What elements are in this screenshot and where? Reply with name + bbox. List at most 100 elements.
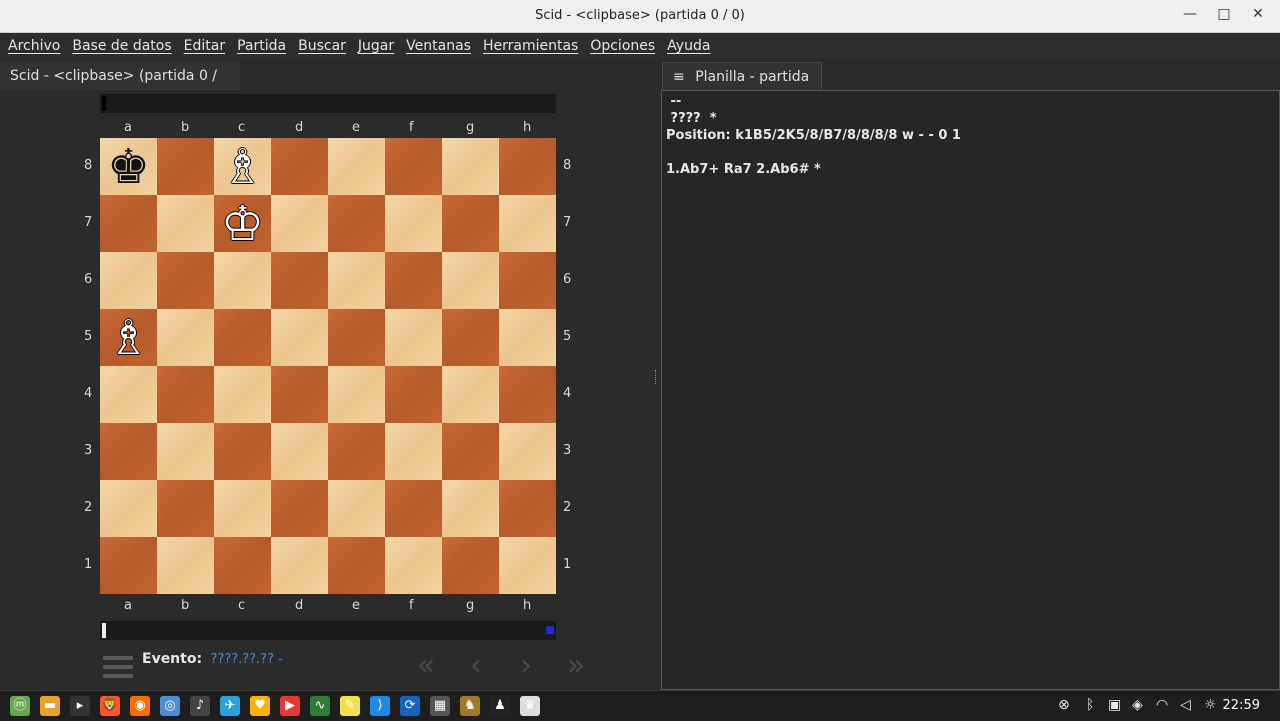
square-d5[interactable] — [271, 309, 328, 366]
scid-icon[interactable]: ♞ — [460, 696, 480, 716]
square-e6[interactable] — [328, 252, 385, 309]
square-e1[interactable] — [328, 537, 385, 594]
last-icon[interactable]: » — [558, 648, 594, 683]
square-f4[interactable] — [385, 366, 442, 423]
notation-text[interactable]: -- ???? * Position: k1B5/2K5/8/B7/8/8/8/… — [666, 93, 961, 178]
square-f7[interactable] — [385, 195, 442, 252]
square-e4[interactable] — [328, 366, 385, 423]
square-c6[interactable] — [214, 252, 271, 309]
square-e7[interactable] — [328, 195, 385, 252]
square-b2[interactable] — [157, 480, 214, 537]
square-h7[interactable] — [499, 195, 556, 252]
square-e3[interactable] — [328, 423, 385, 480]
square-f8[interactable] — [385, 138, 442, 195]
minimize-icon[interactable]: — — [1182, 6, 1198, 22]
xamp-icon[interactable]: ⊗ — [1058, 697, 1070, 713]
square-f6[interactable] — [385, 252, 442, 309]
files-icon[interactable]: ▬ — [40, 696, 60, 716]
square-a5[interactable]: ♗ — [100, 309, 157, 366]
square-g3[interactable] — [442, 423, 499, 480]
square-e5[interactable] — [328, 309, 385, 366]
first-icon[interactable]: « — [408, 648, 444, 683]
square-g1[interactable] — [442, 537, 499, 594]
terminal-icon[interactable]: ▸ — [70, 696, 90, 716]
square-a7[interactable] — [100, 195, 157, 252]
firefox-icon[interactable]: ◉ — [130, 696, 150, 716]
square-e2[interactable] — [328, 480, 385, 537]
square-d4[interactable] — [271, 366, 328, 423]
moves-line[interactable]: 1.Ab7+ Ra7 2.Ab6# * — [666, 162, 821, 177]
menu-opciones[interactable]: Opciones — [590, 38, 655, 54]
square-a3[interactable] — [100, 423, 157, 480]
chess-board[interactable]: ♚ ♗ ♔ ♗ — [100, 138, 556, 594]
square-d1[interactable] — [271, 537, 328, 594]
calc-icon[interactable]: ▦ — [430, 696, 450, 716]
notation-tab[interactable]: ≡ Planilla - partida 0 — [662, 62, 822, 113]
wifi-icon[interactable]: ◠ — [1156, 697, 1168, 713]
square-g5[interactable] — [442, 309, 499, 366]
square-b5[interactable] — [157, 309, 214, 366]
square-c1[interactable] — [214, 537, 271, 594]
square-f1[interactable] — [385, 537, 442, 594]
hamburger-icon[interactable]: ≡ — [673, 69, 685, 85]
mint-menu-icon[interactable]: ⓜ — [10, 696, 30, 716]
square-h6[interactable] — [499, 252, 556, 309]
square-g4[interactable] — [442, 366, 499, 423]
square-h4[interactable] — [499, 366, 556, 423]
bluetooth-icon[interactable]: ᛒ — [1086, 697, 1094, 713]
menu-base-de-datos[interactable]: Base de datos — [72, 38, 171, 54]
update-icon[interactable]: ⟳ — [400, 696, 420, 716]
square-c3[interactable] — [214, 423, 271, 480]
square-d2[interactable] — [271, 480, 328, 537]
menu-archivo[interactable]: Archivo — [8, 38, 60, 54]
square-b1[interactable] — [157, 537, 214, 594]
telegram-icon[interactable]: ✈ — [220, 696, 240, 716]
next-icon[interactable]: › — [508, 648, 544, 683]
square-f3[interactable] — [385, 423, 442, 480]
square-e8[interactable] — [328, 138, 385, 195]
white-king-icon[interactable]: ♔ — [221, 200, 264, 248]
square-h2[interactable] — [499, 480, 556, 537]
menu-editar[interactable]: Editar — [184, 38, 225, 54]
menu-ayuda[interactable]: Ayuda — [667, 38, 710, 54]
chromium-icon[interactable]: ◎ — [160, 696, 180, 716]
square-g8[interactable] — [442, 138, 499, 195]
square-a8[interactable]: ♚ — [100, 138, 157, 195]
notes-icon[interactable]: ✎ — [340, 696, 360, 716]
square-b3[interactable] — [157, 423, 214, 480]
app-icon[interactable]: ♥ — [250, 696, 270, 716]
white-bishop-icon[interactable]: ♗ — [107, 314, 150, 362]
square-c4[interactable] — [214, 366, 271, 423]
clipboard-icon[interactable]: ▣ — [1108, 697, 1121, 713]
square-a4[interactable] — [100, 366, 157, 423]
white-bishop-icon[interactable]: ♗ — [221, 143, 264, 191]
board-tab[interactable]: Scid - <clipbase> (partida 0 / 0) — [0, 62, 240, 112]
square-g7[interactable] — [442, 195, 499, 252]
square-b8[interactable] — [157, 138, 214, 195]
game-menu-icon[interactable] — [103, 656, 133, 678]
square-c5[interactable] — [214, 309, 271, 366]
brave-icon[interactable]: 🦁 — [100, 696, 120, 716]
square-g6[interactable] — [442, 252, 499, 309]
square-f5[interactable] — [385, 309, 442, 366]
music-icon[interactable]: ♪ — [190, 696, 210, 716]
chess-icon[interactable]: ♟ — [490, 696, 510, 716]
square-h5[interactable] — [499, 309, 556, 366]
shield-icon[interactable]: ◈ — [1132, 697, 1143, 713]
square-c8[interactable]: ♗ — [214, 138, 271, 195]
square-a6[interactable] — [100, 252, 157, 309]
square-b6[interactable] — [157, 252, 214, 309]
event-value[interactable]: ????.??.?? - — [211, 652, 283, 667]
vscode-icon[interactable]: ⟩ — [370, 696, 390, 716]
app-icon[interactable]: ♛ — [520, 696, 540, 716]
maximize-icon[interactable]: □ — [1216, 6, 1232, 22]
square-h8[interactable] — [499, 138, 556, 195]
close-icon[interactable]: ✕ — [1250, 6, 1266, 22]
square-d6[interactable] — [271, 252, 328, 309]
app-icon[interactable]: ▶ — [280, 696, 300, 716]
prev-icon[interactable]: ‹ — [458, 648, 494, 683]
volume-icon[interactable]: ◁ — [1180, 697, 1191, 713]
monitor-icon[interactable]: ∿ — [310, 696, 330, 716]
square-d7[interactable] — [271, 195, 328, 252]
square-f2[interactable] — [385, 480, 442, 537]
